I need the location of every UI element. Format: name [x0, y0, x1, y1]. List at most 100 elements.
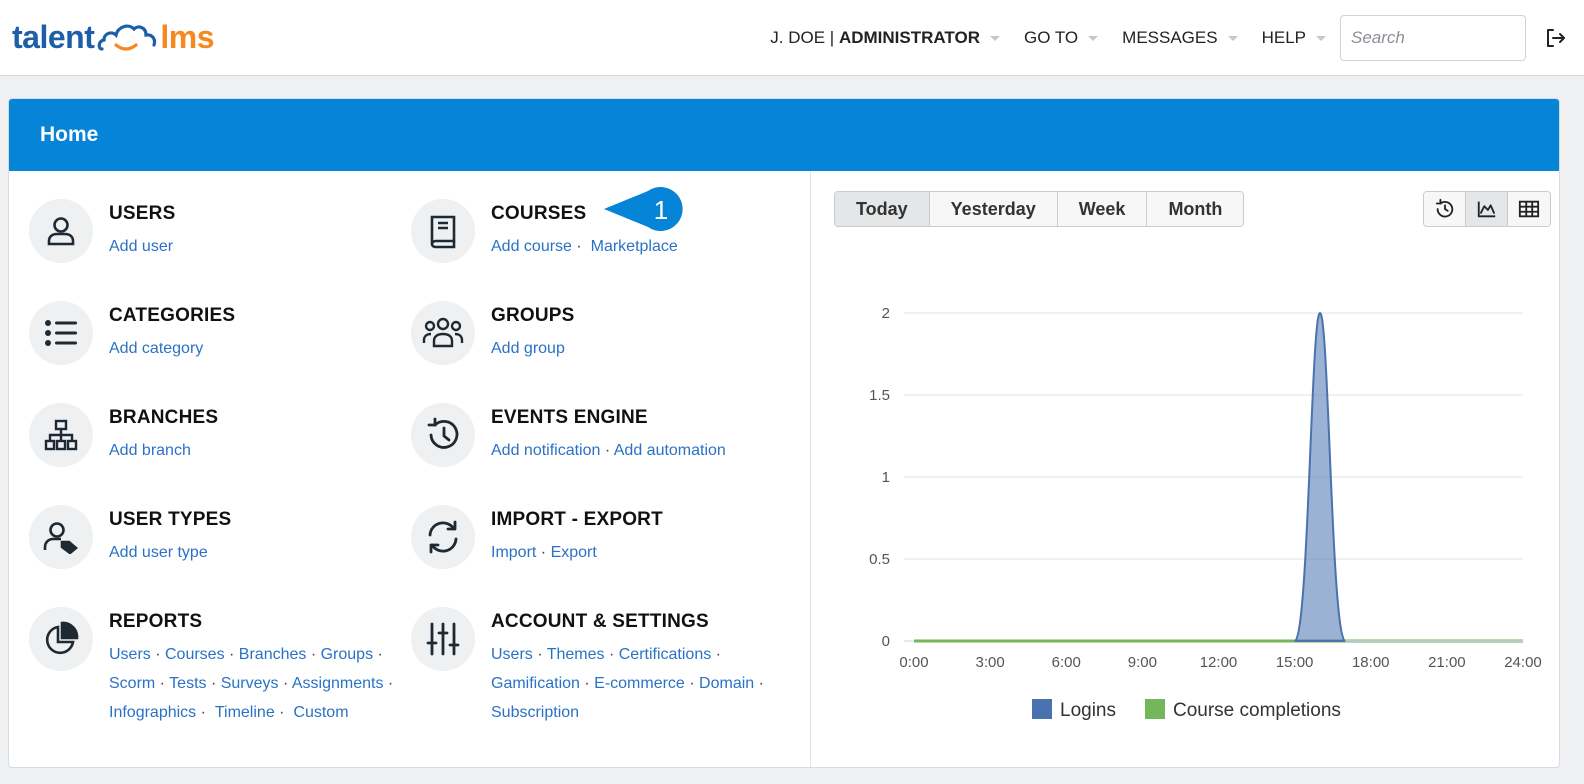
user-role: ADMINISTRATOR [838, 28, 980, 47]
goto-menu[interactable]: GO TO [1023, 28, 1099, 48]
tile-branches: BRANCHES Add branch [29, 403, 218, 467]
import-link[interactable]: Import [491, 544, 536, 561]
x-tick-label: 6:00 [1052, 654, 1081, 671]
account-settings-title[interactable]: ACCOUNT & SETTINGS [491, 611, 781, 633]
legend-logins-swatch [1032, 699, 1052, 719]
settings-users-link[interactable]: Users [491, 646, 533, 663]
report-assignments-link[interactable]: Assignments [292, 675, 384, 692]
categories-icon-circle[interactable] [29, 301, 93, 365]
messages-label: MESSAGES [1122, 28, 1218, 47]
report-users-link[interactable]: Users [109, 646, 151, 663]
x-tick-label: 0:00 [899, 654, 928, 671]
sliders-icon [426, 622, 460, 656]
tile-import-export: IMPORT - EXPORT Import · Export [411, 505, 663, 569]
legend-logins-label: Logins [1060, 700, 1116, 721]
top-bar: talent lms J. DOE | ADMINISTRATOR GO TO … [0, 0, 1584, 76]
sitemap-icon [44, 419, 78, 451]
reports-title[interactable]: REPORTS [109, 611, 399, 633]
events-engine-title[interactable]: EVENTS ENGINE [491, 407, 726, 429]
report-groups-link[interactable]: Groups [321, 646, 373, 663]
categories-title[interactable]: CATEGORIES [109, 305, 235, 327]
groups-title[interactable]: GROUPS [491, 305, 575, 327]
user-types-title[interactable]: USER TYPES [109, 509, 231, 531]
report-timeline-link[interactable]: Timeline [215, 704, 275, 721]
top-nav: J. DOE | ADMINISTRATOR GO TO MESSAGES HE… [770, 0, 1584, 76]
talentlms-logo[interactable]: talent lms [12, 14, 214, 60]
user-name: J. DOE [770, 28, 826, 47]
sync-icon [428, 520, 458, 554]
events-engine-icon-circle[interactable] [411, 403, 475, 467]
courses-icon-circle[interactable] [411, 199, 475, 263]
goto-label: GO TO [1023, 28, 1079, 47]
x-tick-label: 3:00 [976, 654, 1005, 671]
logo-text-lms: lms [160, 18, 214, 55]
group-icon [422, 317, 464, 348]
settings-domain-link[interactable]: Domain [699, 675, 754, 692]
users-title[interactable]: USERS [109, 203, 175, 225]
tile-groups: GROUPS Add group [411, 301, 575, 365]
user-menu[interactable]: J. DOE | ADMINISTRATOR [770, 28, 1000, 48]
logout-button[interactable] [1540, 23, 1570, 53]
reports-icon-circle[interactable] [29, 607, 93, 671]
add-user-type-link[interactable]: Add user type [109, 544, 208, 561]
history-icon [427, 417, 459, 449]
legend-completions-swatch [1145, 699, 1165, 719]
tile-user-types: USER TYPES Add user type [29, 505, 231, 569]
report-branches-link[interactable]: Branches [239, 646, 307, 663]
account-settings-icon-circle[interactable] [411, 607, 475, 671]
logout-icon [1547, 29, 1565, 47]
marketplace-link[interactable]: Marketplace [591, 238, 678, 255]
report-surveys-link[interactable]: Surveys [221, 675, 279, 692]
cloud-icon [97, 24, 157, 51]
report-infographics-link[interactable]: Infographics [109, 704, 196, 721]
tile-reports: REPORTS Users · Courses · Branches · Gro… [29, 607, 399, 727]
add-notification-link[interactable]: Add notification [491, 442, 600, 459]
add-category-link[interactable]: Add category [109, 340, 203, 357]
shortcuts-area: USERS Add user CATEGORIES Add category B… [9, 171, 811, 767]
help-label: HELP [1261, 28, 1306, 47]
report-scorm-link[interactable]: Scorm [109, 675, 155, 692]
user-separator: | [829, 28, 835, 47]
y-tick-label: 0.5 [869, 551, 890, 568]
tile-account-settings: ACCOUNT & SETTINGS Users · Themes · Cert… [411, 607, 781, 727]
x-tick-label: 18:00 [1352, 654, 1390, 671]
page-title: Home [9, 99, 1559, 171]
chevron-down-icon [1227, 35, 1238, 41]
tile-events-engine: EVENTS ENGINE Add notification · Add aut… [411, 403, 726, 467]
report-courses-link[interactable]: Courses [165, 646, 225, 663]
tile-users: USERS Add user [29, 199, 175, 263]
branches-title[interactable]: BRANCHES [109, 407, 218, 429]
user-icon [47, 217, 75, 246]
users-icon-circle[interactable] [29, 199, 93, 263]
branches-icon-circle[interactable] [29, 403, 93, 467]
add-group-link[interactable]: Add group [491, 340, 565, 357]
legend-completions-label: Course completions [1173, 700, 1341, 721]
activity-chart: 0 0.5 1 1.5 2 0:00 3:00 6:00 9:00 12:00 15:00 18:00… [869, 305, 1542, 721]
y-tick-label: 1.5 [869, 387, 890, 404]
import-export-icon-circle[interactable] [411, 505, 475, 569]
help-menu[interactable]: HELP [1262, 28, 1326, 48]
export-link[interactable]: Export [551, 544, 597, 561]
report-tests-link[interactable]: Tests [169, 675, 206, 692]
groups-icon-circle[interactable] [411, 301, 475, 365]
add-branch-link[interactable]: Add branch [109, 442, 191, 459]
messages-menu[interactable]: MESSAGES [1122, 28, 1238, 48]
user-types-icon-circle[interactable] [29, 505, 93, 569]
report-custom-link[interactable]: Custom [293, 704, 348, 721]
settings-gamification-link[interactable]: Gamification [491, 675, 580, 692]
add-user-link[interactable]: Add user [109, 238, 173, 255]
add-automation-link[interactable]: Add automation [614, 442, 726, 459]
y-tick-label: 1 [882, 469, 890, 486]
x-tick-label: 12:00 [1200, 654, 1238, 671]
settings-subscription-link[interactable]: Subscription [491, 704, 579, 721]
y-tick-label: 0 [882, 633, 890, 650]
settings-certifications-link[interactable]: Certifications [619, 646, 711, 663]
x-tick-label: 24:00 [1504, 654, 1542, 671]
add-course-link[interactable]: Add course [491, 238, 572, 255]
settings-themes-link[interactable]: Themes [547, 646, 605, 663]
import-export-title[interactable]: IMPORT - EXPORT [491, 509, 663, 531]
step-callout: 1 [604, 187, 683, 231]
x-tick-label: 9:00 [1128, 654, 1157, 671]
search-input[interactable] [1340, 15, 1526, 61]
settings-ecommerce-link[interactable]: E-commerce [594, 675, 685, 692]
